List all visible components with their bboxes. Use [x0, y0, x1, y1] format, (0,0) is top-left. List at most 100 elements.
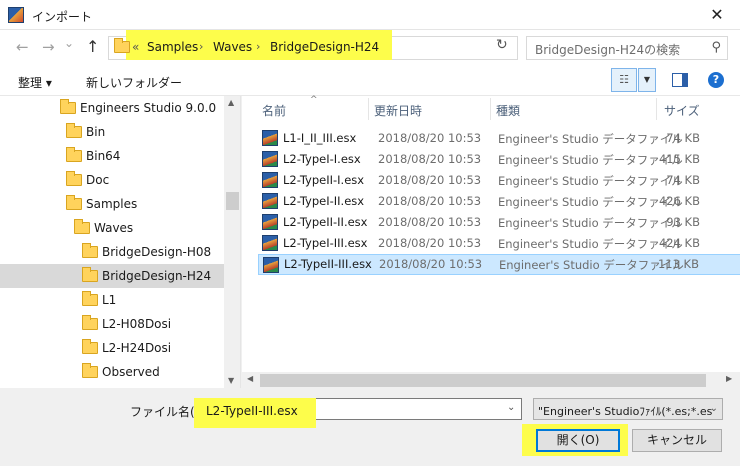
folder-icon [74, 219, 90, 234]
esx-file-icon [262, 130, 278, 146]
refresh-icon[interactable]: ↻ [496, 37, 508, 53]
tree-item-label: Engineers Studio 9.0.0 [80, 101, 217, 115]
file-row[interactable]: L2-TypeI-I.esx 2018/08/20 10:53 Engineer… [258, 149, 740, 170]
file-row[interactable]: L2-TypeII-II.esx 2018/08/20 10:53 Engine… [258, 212, 740, 233]
scroll-right-arrow-icon[interactable]: ▶ [726, 374, 732, 383]
folder-icon [82, 363, 98, 378]
file-list-pane: 名前 ^ 更新日時 種類 サイズ L1-I_II_III.esx 2018/08… [242, 95, 740, 389]
file-type: Engineer's Studio データファイル [498, 195, 683, 209]
scrollbar-thumb[interactable] [226, 192, 239, 210]
tree-item-label: L2-H08Dosi [102, 317, 172, 331]
column-divider[interactable] [368, 98, 369, 120]
tree-item-label: Samples [86, 197, 138, 211]
organize-button[interactable]: 整理 ▾ [18, 74, 52, 91]
folder-icon [66, 147, 82, 162]
tree-item-bin64[interactable]: Bin64 [0, 144, 224, 168]
file-type: Engineer's Studio データファイル [499, 258, 684, 272]
up-arrow-icon[interactable]: ↑ [86, 37, 99, 56]
file-row[interactable]: L1-I_II_III.esx 2018/08/20 10:53 Enginee… [258, 128, 740, 149]
new-folder-button[interactable]: 新しいフォルダー [86, 74, 182, 91]
filetype-select[interactable]: "Engineer's Studioﾌｧｲﾙ(*.es;*.es ⌄ [533, 398, 723, 420]
tree-scrollbar[interactable]: ▲ ▼ [224, 96, 240, 388]
app-icon [8, 7, 24, 23]
scroll-down-arrow-icon[interactable]: ▼ [228, 376, 234, 385]
file-name: L2-TypeII-III.esx [284, 257, 372, 271]
view-details-icon[interactable]: ☷ [611, 68, 637, 92]
tree-item-l2-h24dosi[interactable]: L2-H24Dosi [0, 336, 224, 360]
tree-item-engineers-studio[interactable]: Engineers Studio 9.0.0 [0, 96, 224, 120]
toolbar: 整理 ▾ 新しいフォルダー ☷ ▼ ? [0, 64, 740, 96]
sort-ascending-icon: ^ [310, 95, 318, 105]
column-header-name[interactable]: 名前 [262, 102, 286, 119]
close-button[interactable]: ✕ [694, 0, 740, 30]
help-icon[interactable]: ? [708, 72, 724, 88]
breadcrumb-separator-icon[interactable]: › [199, 40, 203, 53]
filetype-value: "Engineer's Studioﾌｧｲﾙ(*.es;*.es [538, 405, 713, 418]
file-size: 113 KB [657, 257, 699, 271]
tree-item-l2-h08dosi[interactable]: L2-H08Dosi [0, 312, 224, 336]
tree-item-label: Bin64 [86, 149, 121, 163]
folder-icon [82, 315, 98, 330]
filename-value[interactable]: L2-TypeII-III.esx [206, 404, 298, 418]
tree-item-label: Doc [86, 173, 110, 187]
breadcrumb-bridgedesign-h24[interactable]: BridgeDesign-H24 [270, 40, 379, 54]
tree-item-samples[interactable]: Samples [0, 192, 224, 216]
recent-locations-icon[interactable]: ⌄ [64, 36, 74, 50]
forward-arrow-icon[interactable]: → [42, 38, 55, 56]
esx-file-icon [262, 172, 278, 188]
file-name: L2-TypeI-I.esx [283, 152, 361, 166]
title-bar: インポート ✕ [0, 0, 740, 30]
cancel-button[interactable]: キャンセル [632, 429, 722, 452]
folder-icon [82, 243, 98, 258]
breadcrumb-waves[interactable]: Waves [213, 40, 252, 54]
column-header-date[interactable]: 更新日時 [374, 102, 422, 119]
folder-icon [66, 171, 82, 186]
scroll-left-arrow-icon[interactable]: ◀ [247, 374, 253, 383]
chevron-down-icon[interactable]: ⌄ [507, 402, 515, 413]
file-name: L2-TypeI-II.esx [283, 194, 365, 208]
file-name: L2-TypeI-III.esx [283, 236, 368, 250]
breadcrumb-samples[interactable]: Samples [147, 40, 198, 54]
column-header-size[interactable]: サイズ [664, 102, 700, 119]
file-row-selected[interactable]: L2-TypeII-III.esx 2018/08/20 10:53 Engin… [258, 254, 740, 275]
esx-file-icon [262, 193, 278, 209]
file-type: Engineer's Studio データファイル [498, 153, 683, 167]
scroll-up-arrow-icon[interactable]: ▲ [228, 98, 234, 107]
chevron-down-icon[interactable]: ⌄ [710, 403, 718, 414]
search-icon[interactable]: ⚲ [711, 40, 721, 55]
horizontal-scrollbar[interactable]: ◀ ▶ [242, 372, 740, 389]
file-type: Engineer's Studio データファイル [498, 237, 683, 251]
tree-item-label: BridgeDesign-H24 [102, 269, 212, 283]
back-arrow-icon[interactable]: ← [16, 38, 29, 56]
tree-item-bin[interactable]: Bin [0, 120, 224, 144]
esx-file-icon [262, 214, 278, 230]
column-divider[interactable] [656, 98, 657, 120]
breadcrumb-overflow[interactable]: « [132, 40, 139, 54]
dialog-footer: ファイル名(N): ⌄ "Engineer's Studioﾌｧｲﾙ(*.es;… [0, 388, 740, 466]
tree-item-bridgedesign-h24[interactable]: BridgeDesign-H24 [0, 264, 224, 288]
folder-icon [114, 38, 130, 53]
column-header-type[interactable]: 種類 [496, 102, 520, 119]
tree-item-waves[interactable]: Waves [0, 216, 224, 240]
view-options-chevron-icon[interactable]: ▼ [638, 68, 656, 92]
folder-icon [82, 291, 98, 306]
tree-item-bridgedesign-h08[interactable]: BridgeDesign-H08 [0, 240, 224, 264]
open-button[interactable]: 開く(O) [536, 429, 620, 452]
file-name: L1-I_II_III.esx [283, 131, 357, 145]
folder-icon [82, 267, 98, 282]
tree-item-l1[interactable]: L1 [0, 288, 224, 312]
file-row[interactable]: L2-TypeII-I.esx 2018/08/20 10:53 Enginee… [258, 170, 740, 191]
file-name: L2-TypeII-II.esx [283, 215, 368, 229]
tree-item-label: BridgeDesign-H08 [102, 245, 212, 259]
preview-pane-icon[interactable] [672, 73, 688, 87]
scrollbar-thumb[interactable] [260, 374, 706, 387]
tree-item-observed[interactable]: Observed [0, 360, 224, 384]
tree-item-label: L1 [102, 293, 117, 307]
folder-icon [66, 123, 82, 138]
file-row[interactable]: L2-TypeI-II.esx 2018/08/20 10:53 Enginee… [258, 191, 740, 212]
breadcrumb-separator-icon[interactable]: › [256, 40, 260, 53]
tree-item-doc[interactable]: Doc [0, 168, 224, 192]
file-row[interactable]: L2-TypeI-III.esx 2018/08/20 10:53 Engine… [258, 233, 740, 254]
search-input[interactable]: BridgeDesign-H24の検索 ⚲ [526, 36, 728, 60]
column-divider[interactable] [490, 98, 491, 120]
